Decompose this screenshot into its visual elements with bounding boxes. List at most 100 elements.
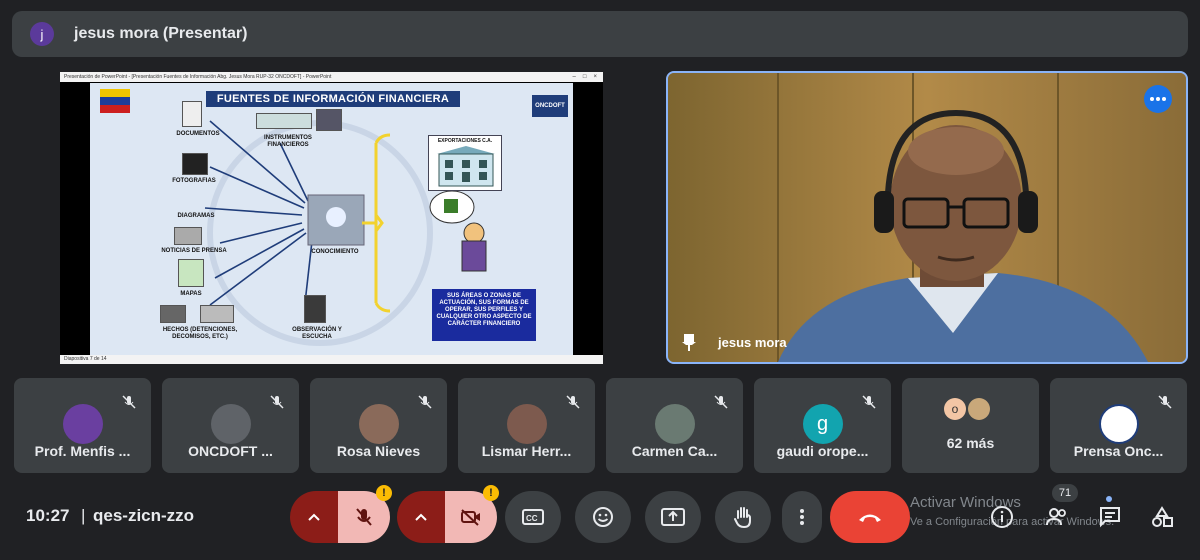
- info-icon[interactable]: [990, 505, 1014, 529]
- presentation-tile[interactable]: Presentación de PowerPoint - [Presentaci…: [60, 72, 603, 364]
- exportaciones-building: EXPORTACIONES C.A.: [428, 135, 502, 191]
- mic-options-button[interactable]: [290, 491, 338, 543]
- presenter-bar[interactable]: j jesus mora (Presentar): [12, 11, 1188, 57]
- more-actions-button[interactable]: [782, 491, 822, 543]
- participant-count-badge: 71: [1052, 484, 1078, 502]
- ppt-window-title: Presentación de PowerPoint - [Presentaci…: [64, 74, 332, 80]
- participant-tile[interactable]: Carmen Ca...: [606, 378, 743, 473]
- mic-toggle-button[interactable]: !: [338, 485, 392, 543]
- participant-strip: Prof. Menfis ... ONCDOFT ... Rosa Nieves…: [14, 378, 1190, 473]
- participant-avatar: g: [802, 404, 843, 444]
- camera-control: !: [397, 485, 499, 543]
- leave-call-button[interactable]: [830, 491, 910, 543]
- financial-aspects-box: SUS ÁREAS O ZONAS DE ACTUACIÓN, SUS FORM…: [432, 289, 536, 341]
- person-photo-image: [316, 109, 342, 131]
- participant-tile[interactable]: Rosa Nieves: [310, 378, 447, 473]
- clock: 10:27: [26, 506, 70, 525]
- participant-tile[interactable]: ONCDOFT ...: [162, 378, 299, 473]
- participant-avatar: [358, 404, 399, 444]
- camera-toggle-button[interactable]: !: [445, 485, 499, 543]
- participant-name: Prof. Menfis ...: [34, 443, 131, 459]
- mic-off-icon: [418, 395, 432, 409]
- ppt-titlebar: Presentación de PowerPoint - [Presentaci…: [60, 72, 603, 82]
- closed-captions-icon: CC: [522, 509, 544, 525]
- mic-control: !: [290, 485, 392, 543]
- mic-off-icon: [714, 395, 728, 409]
- raise-hand-button[interactable]: [715, 491, 771, 543]
- participant-name: Prensa Onc...: [1073, 443, 1164, 459]
- chevron-up-icon: [415, 513, 427, 521]
- emoji-icon: [593, 507, 613, 527]
- more-options-button[interactable]: [1144, 85, 1172, 113]
- participant-tile[interactable]: Lismar Herr...: [458, 378, 595, 473]
- label-instrumentos: INSTRUMENTOS FINANCIEROS: [264, 135, 312, 148]
- more-avatar-photo: [968, 398, 990, 420]
- participant-name: gaudi orope...: [776, 443, 869, 459]
- ppt-status-bar: Diapositiva 7 de 14: [60, 355, 603, 364]
- activities-icon[interactable]: [1150, 505, 1174, 529]
- map-image: [178, 259, 204, 287]
- camera-warning-badge: !: [483, 485, 499, 501]
- arrest-image: [160, 305, 186, 323]
- participant-name: Carmen Ca...: [631, 443, 718, 459]
- camera-video: [668, 73, 1186, 362]
- label-conocimiento: CONOCIMIENTO: [311, 249, 359, 255]
- call-end-icon: [859, 514, 881, 522]
- more-avatar: o: [944, 398, 966, 420]
- slide-title: FUENTES DE INFORMACIÓN FINANCIERA: [206, 91, 460, 107]
- oncdoft-logo: ONCDOFT: [532, 95, 568, 117]
- slide: FUENTES DE INFORMACIÓN FINANCIERA ONCDOF…: [90, 83, 573, 355]
- chevron-up-icon: [308, 513, 320, 521]
- participant-name: Lismar Herr...: [481, 443, 572, 459]
- participant-avatar: [654, 404, 695, 444]
- mic-off-icon: [566, 395, 580, 409]
- pin-icon[interactable]: [680, 332, 698, 352]
- participant-tile[interactable]: Prof. Menfis ...: [14, 378, 151, 473]
- svg-text:CC: CC: [526, 514, 538, 523]
- participant-avatar: [210, 404, 251, 444]
- building-icon: [437, 146, 495, 187]
- participant-avatar: [62, 404, 103, 444]
- mic-off-icon: [270, 395, 284, 409]
- more-horiz-icon: [1150, 97, 1166, 101]
- mic-off-icon: [862, 395, 876, 409]
- separator: |: [81, 506, 86, 525]
- presenter-title: jesus mora (Presentar): [74, 25, 248, 42]
- mic-off-icon: [1158, 395, 1172, 409]
- seizure-image: [200, 305, 234, 323]
- mic-warning-badge: !: [376, 485, 392, 501]
- label-fotografias: FOTOGRAFIAS: [172, 178, 216, 184]
- mic-off-icon: [122, 395, 136, 409]
- participant-name: 62 más: [946, 435, 995, 451]
- observation-image: [304, 295, 326, 323]
- label-diagramas: DIAGRAMAS: [177, 213, 215, 219]
- label-mapas: MAPAS: [180, 291, 202, 297]
- camera-participant-name: jesus mora: [718, 335, 787, 350]
- more-vert-icon: [800, 509, 804, 525]
- label-documentos: DOCUMENTOS: [176, 131, 220, 137]
- participant-tile[interactable]: g gaudi orope...: [754, 378, 891, 473]
- participant-tile[interactable]: Prensa Onc...: [1050, 378, 1187, 473]
- financial-instruments-image: [256, 113, 312, 129]
- newspaper-image: [174, 227, 202, 245]
- participant-name: ONCDOFT ...: [188, 443, 273, 459]
- people-icon[interactable]: [1045, 505, 1069, 529]
- presenter-avatar: j: [30, 22, 54, 46]
- mic-off-icon: [356, 508, 372, 526]
- chat-icon[interactable]: [1098, 505, 1122, 529]
- documents-image: [182, 101, 202, 127]
- captions-button[interactable]: CC: [505, 491, 561, 543]
- participant-avatar: [1098, 404, 1139, 444]
- chat-notification-dot: [1106, 496, 1112, 502]
- reactions-button[interactable]: [575, 491, 631, 543]
- meeting-code: qes-zicn-zzo: [93, 506, 195, 525]
- present-screen-icon: [661, 508, 685, 526]
- participant-name: Rosa Nieves: [336, 443, 421, 459]
- label-exportaciones: EXPORTACIONES C.A.: [437, 138, 493, 144]
- present-button[interactable]: [645, 491, 701, 543]
- videocam-off-icon: [461, 509, 480, 526]
- camera-tile[interactable]: jesus mora: [666, 71, 1188, 364]
- camera-options-button[interactable]: [397, 491, 445, 543]
- participant-tile-more[interactable]: o 62 más: [902, 378, 1039, 473]
- participant-avatar: [506, 404, 547, 444]
